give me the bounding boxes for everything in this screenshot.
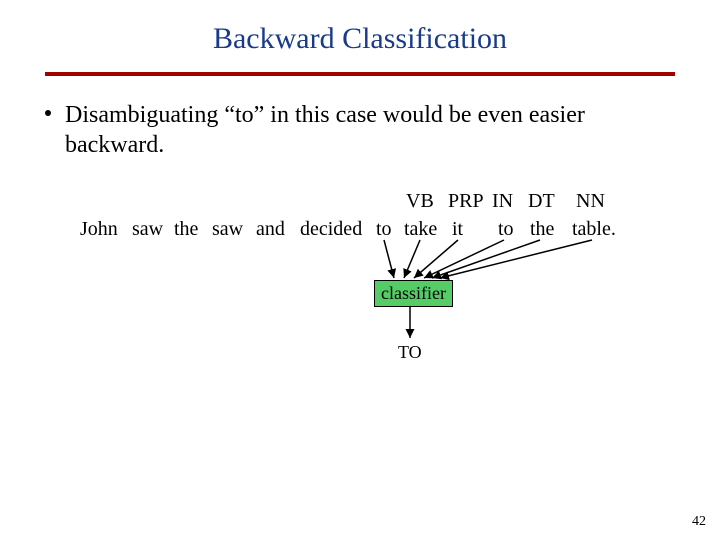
bullet-item: Disambiguating “to” in this case would b… [65,100,665,160]
arrows [0,190,720,410]
bullet-icon [45,110,51,116]
bullet-text: Disambiguating “to” in this case would b… [65,102,585,158]
divider [45,72,675,76]
slide-title: Backward Classification [0,22,720,56]
page-number: 42 [692,514,706,530]
classifier-box: classifier [374,280,453,307]
output-tag: TO [398,342,422,363]
slide: Backward Classification Disambiguating “… [0,0,720,540]
